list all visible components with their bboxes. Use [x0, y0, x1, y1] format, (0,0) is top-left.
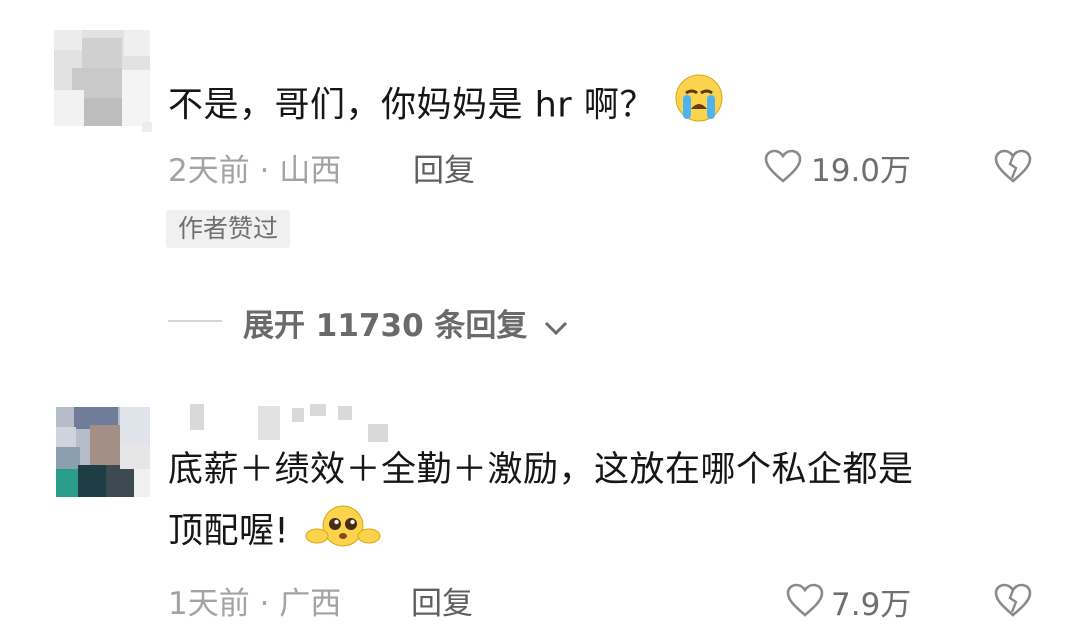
- expand-replies-button[interactable]: 展开 11730 条回复: [243, 300, 570, 346]
- like-count: 7.9万: [831, 587, 912, 623]
- pleading-emoji-icon: [305, 498, 381, 567]
- heart-icon: [785, 582, 825, 622]
- like-count: 19.0万: [811, 153, 912, 189]
- username-censored: [168, 404, 408, 444]
- divider: [168, 320, 222, 322]
- like-button[interactable]: 7.9万: [785, 580, 925, 623]
- comment-time-location: 1天前 · 广西: [168, 586, 342, 622]
- reply-button[interactable]: 回复: [413, 145, 475, 190]
- comment-body: 不是，哥们，你妈妈是 hr 啊？: [168, 85, 655, 126]
- like-button[interactable]: 19.0万: [763, 146, 923, 189]
- comment-body: 底薪＋绩效＋全勤＋激励，这放在哪个私企都是: [168, 450, 914, 490]
- comment-text: 底薪＋绩效＋全勤＋激励，这放在哪个私企都是 顶配喔!: [168, 443, 1048, 567]
- comment-text: 不是，哥们，你妈妈是 hr 啊？: [168, 73, 724, 140]
- avatar[interactable]: [56, 407, 150, 497]
- comment-body-line2: 顶配喔!: [168, 498, 1048, 567]
- comment-time-location: 2天前 · 山西: [168, 153, 342, 189]
- dislike-icon[interactable]: [993, 148, 1033, 188]
- author-liked-badge: 作者赞过: [166, 210, 291, 248]
- expand-replies-label: 展开 11730 条回复: [243, 308, 528, 344]
- heart-icon: [763, 148, 803, 188]
- reply-button[interactable]: 回复: [411, 578, 473, 623]
- crying-emoji-icon: [674, 73, 724, 140]
- avatar[interactable]: [54, 30, 152, 132]
- chevron-down-icon: [542, 310, 570, 346]
- dislike-icon[interactable]: [993, 582, 1033, 622]
